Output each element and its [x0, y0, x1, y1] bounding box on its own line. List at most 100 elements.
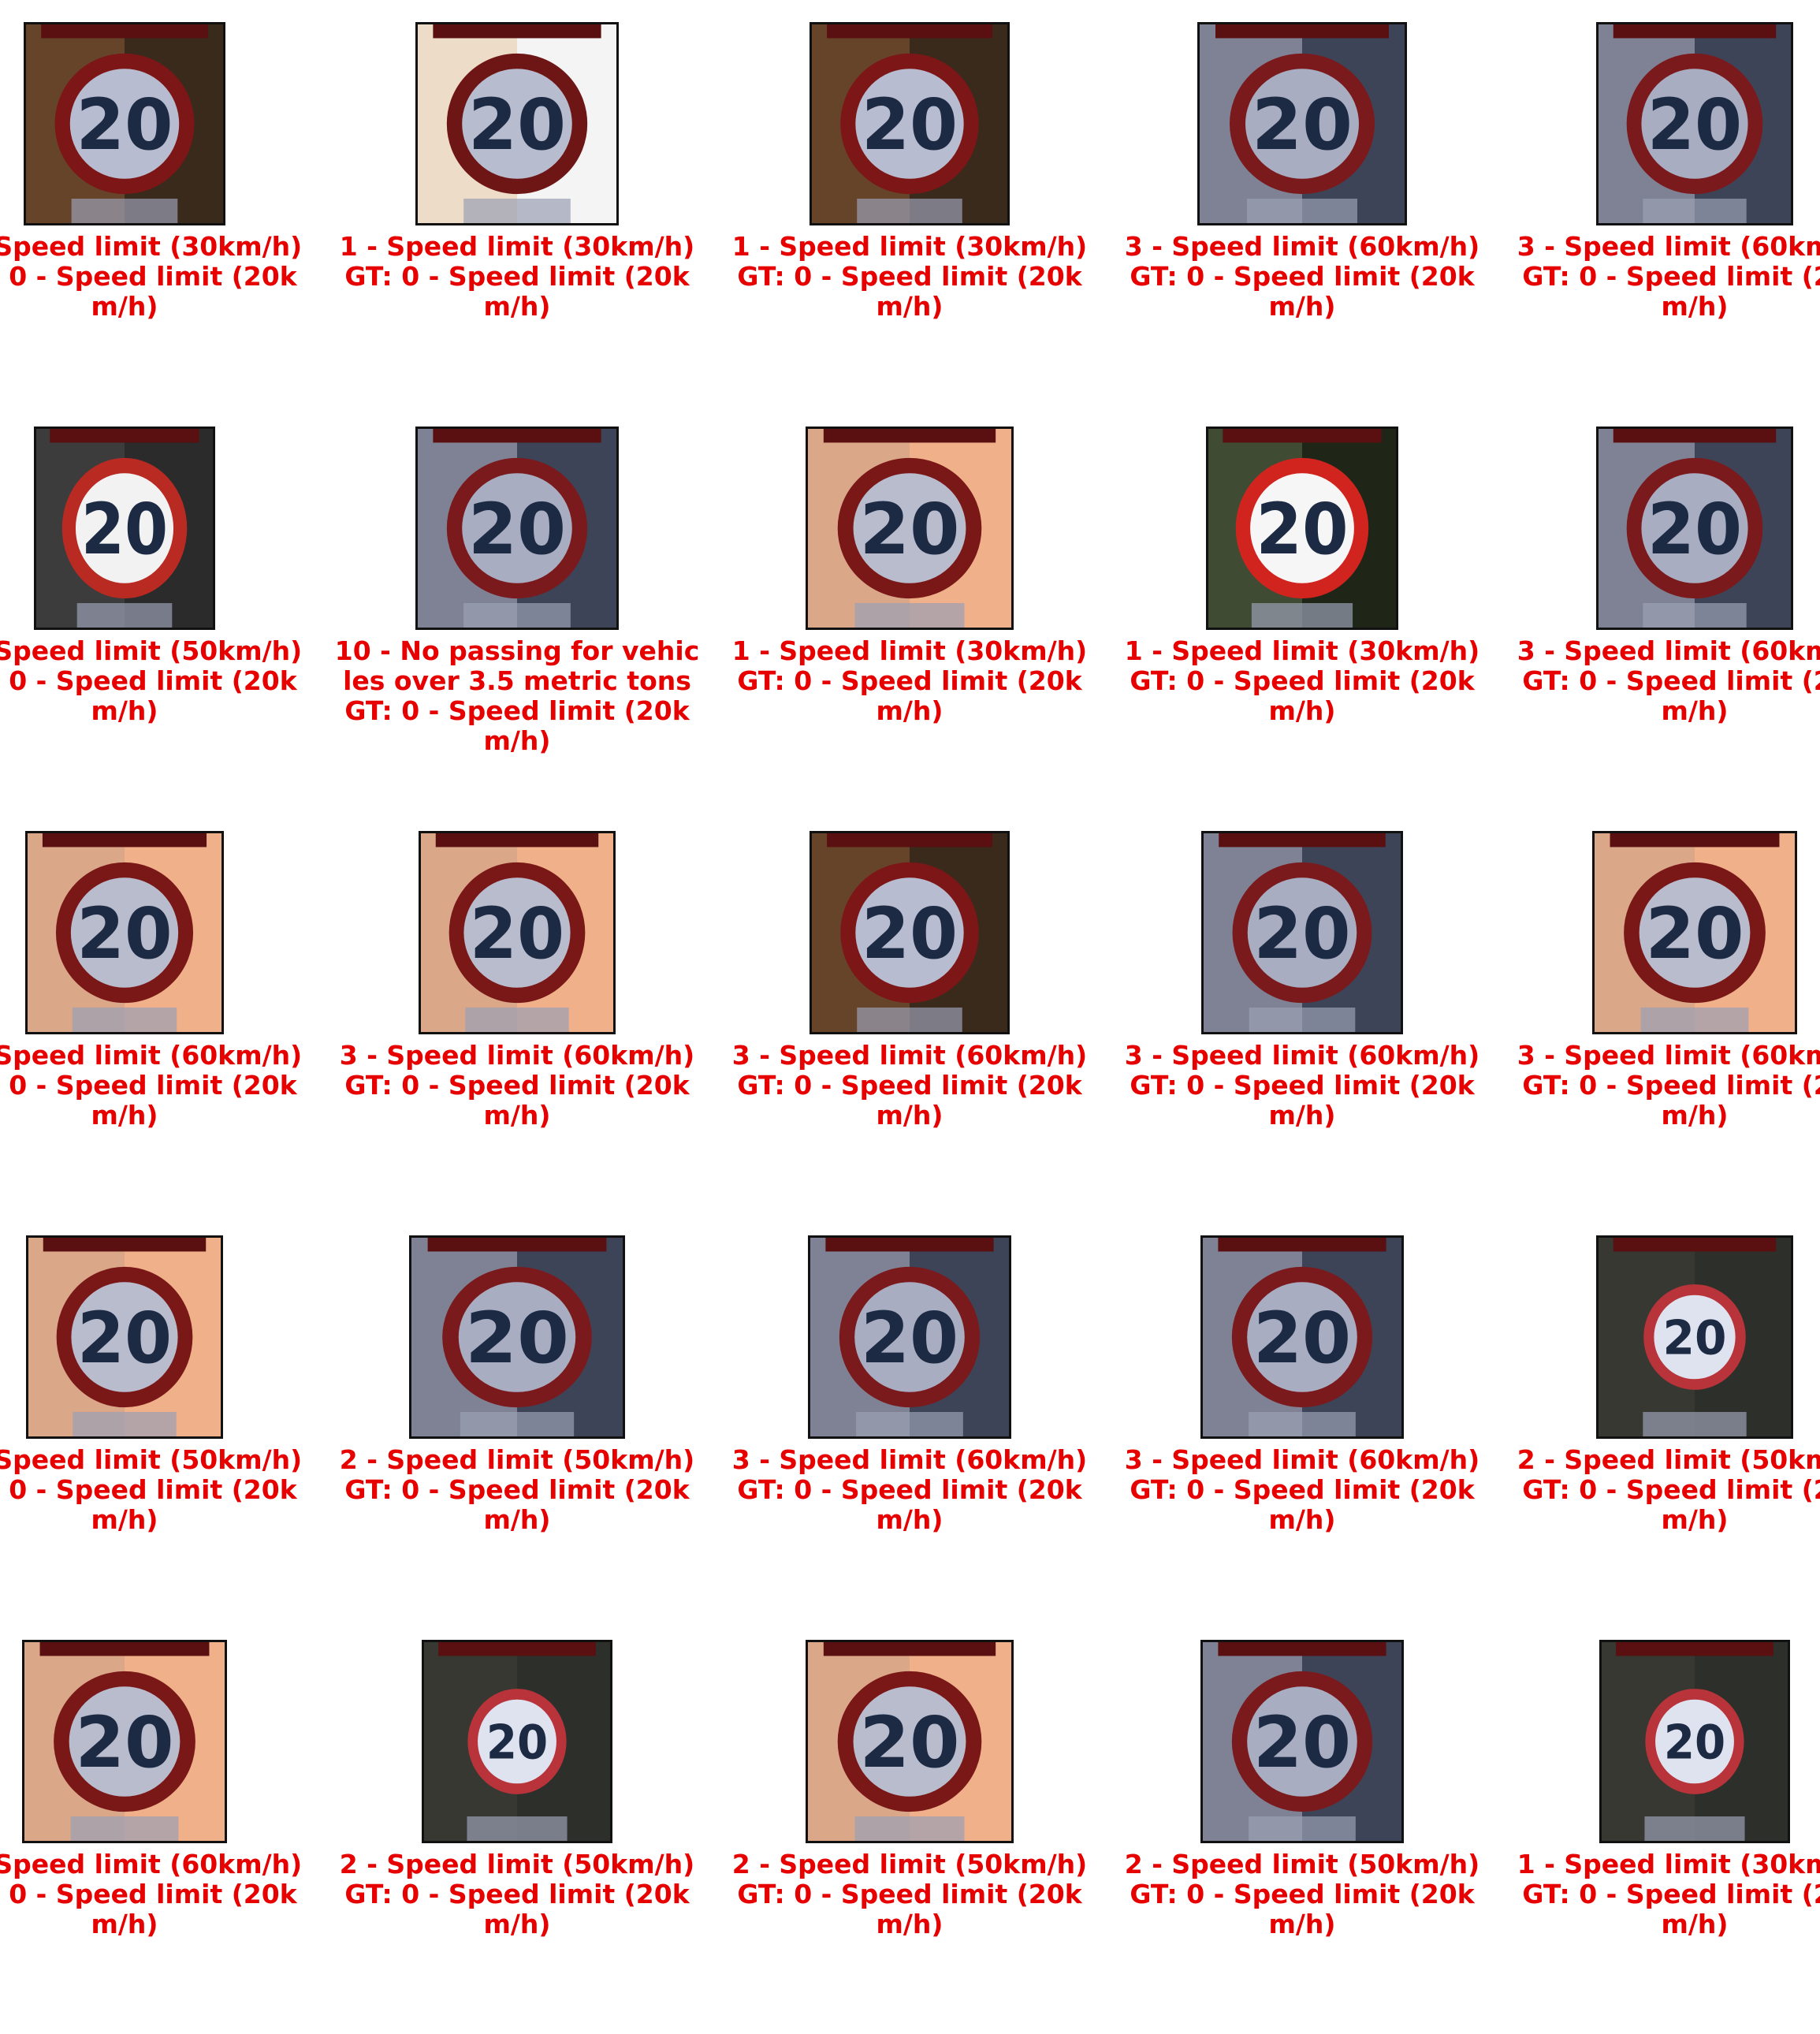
ground-truth-label-continued: m/h) [91, 1100, 158, 1131]
sign-thumbnail: 20 [808, 1235, 1011, 1439]
prediction-label: 1 - Speed limit (30km/h) [339, 231, 695, 262]
grid-cell: 20 1 - Speed limit (30km/h)GT: 0 - Speed… [1105, 427, 1499, 821]
sign-thumbnail: 20 [1599, 1640, 1790, 1843]
ground-truth-label-continued: m/h) [1268, 1909, 1336, 1939]
ground-truth-label-continued: m/h) [91, 1504, 158, 1535]
grid-cell: 20 2 - Speed limit (50km/h)GT: 0 - Speed… [1105, 1640, 1499, 2034]
ground-truth-label: GT: 0 - Speed limit (20k [1130, 665, 1475, 696]
sign-thumbnail: 20 [34, 427, 215, 630]
prediction-caption: 2 - Speed limit (50km/h)GT: 0 - Speed li… [0, 1445, 322, 1535]
ground-truth-label-continued: m/h) [483, 1100, 551, 1131]
svg-text:20: 20 [1647, 84, 1742, 166]
grid-cell: 20 2 - Speed limit (50km/h)GT: 0 - Speed… [320, 1235, 714, 1630]
grid-cell: 20 3 - Speed limit (60km/h)GT: 0 - Speed… [713, 831, 1107, 1225]
sign-thumbnail: 20 [806, 427, 1014, 630]
ground-truth-label-continued: m/h) [1268, 1504, 1336, 1535]
prediction-label: 1 - Speed limit (30km/h) [1517, 1849, 1820, 1879]
ground-truth-label: GT: 0 - Speed limit (20k [0, 261, 297, 292]
ground-truth-label-continued: m/h) [876, 1909, 943, 1939]
grid-cell: 20 3 - Speed limit (60km/h)GT: 0 - Speed… [1498, 22, 1820, 416]
svg-text:20: 20 [77, 1298, 172, 1380]
svg-text:20: 20 [862, 892, 958, 974]
grid-cell: 20 2 - Speed limit (50km/h)GT: 0 - Speed… [0, 427, 322, 821]
ground-truth-label-continued: m/h) [91, 695, 158, 726]
prediction-caption: 3 - Speed limit (60km/h)GT: 0 - Speed li… [320, 1041, 714, 1131]
sign-thumbnail: 20 [1596, 1235, 1793, 1439]
svg-text:20: 20 [470, 893, 564, 975]
prediction-caption: 1 - Speed limit (30km/h)GT: 0 - Speed li… [320, 232, 714, 322]
prediction-caption: 2 - Speed limit (50km/h)GT: 0 - Speed li… [1498, 1445, 1820, 1535]
ground-truth-label: GT: 0 - Speed limit (20k [0, 665, 297, 696]
svg-text:20: 20 [76, 84, 173, 166]
prediction-caption: 1 - Speed limit (30km/h)GT: 0 - Speed li… [713, 232, 1107, 322]
ground-truth-label-continued: m/h) [1661, 695, 1729, 726]
ground-truth-label-continued: m/h) [876, 695, 943, 726]
ground-truth-label-continued: m/h) [1268, 695, 1336, 726]
grid-cell: 20 2 - Speed limit (50km/h)GT: 0 - Speed… [0, 1235, 322, 1630]
sign-thumbnail: 20 [26, 1235, 223, 1439]
prediction-caption: 3 - Speed limit (60km/h)GT: 0 - Speed li… [1105, 1041, 1499, 1131]
prediction-label: 2 - Speed limit (50km/h) [339, 1849, 695, 1879]
prediction-caption: 2 - Speed limit (50km/h)GT: 0 - Speed li… [320, 1445, 714, 1535]
prediction-caption: 1 - Speed limit (30km/h)GT: 0 - Speed li… [1498, 1850, 1820, 1939]
svg-text:20: 20 [1253, 1702, 1351, 1784]
ground-truth-label: GT: 0 - Speed limit (20k [1522, 665, 1820, 696]
svg-text:20: 20 [468, 84, 566, 166]
sign-thumbnail: 20 [806, 1640, 1014, 1843]
ground-truth-label-continued: m/h) [1268, 291, 1336, 322]
sign-thumbnail: 20 [1596, 427, 1793, 630]
grid-cell: 20 3 - Speed limit (60km/h)GT: 0 - Speed… [0, 831, 322, 1225]
svg-text:20: 20 [81, 489, 168, 571]
grid-cell: 20 3 - Speed limit (60km/h)GT: 0 - Speed… [0, 1640, 322, 2034]
ground-truth-label: GT: 0 - Speed limit (20k [737, 261, 1082, 292]
grid-cell: 20 3 - Speed limit (60km/h)GT: 0 - Speed… [1105, 831, 1499, 1225]
prediction-label: 1 - Speed limit (30km/h) [0, 231, 303, 262]
svg-text:20: 20 [862, 84, 958, 166]
sign-thumbnail: 20 [419, 831, 616, 1034]
grid-cell: 20 3 - Speed limit (60km/h)GT: 0 - Speed… [1498, 831, 1820, 1225]
ground-truth-label: GT: 0 - Speed limit (20k [1130, 261, 1475, 292]
svg-text:20: 20 [861, 1298, 958, 1380]
sign-thumbnail: 20 [1592, 831, 1797, 1034]
prediction-caption: 3 - Speed limit (60km/h)GT: 0 - Speed li… [713, 1041, 1107, 1131]
sign-thumbnail: 20 [1200, 1640, 1404, 1843]
prediction-caption: 2 - Speed limit (50km/h)GT: 0 - Speed li… [320, 1850, 714, 1939]
ground-truth-label: GT: 0 - Speed limit (20k [1522, 1474, 1820, 1505]
ground-truth-label-continued: m/h) [1661, 291, 1729, 322]
prediction-caption: 1 - Speed limit (30km/h)GT: 0 - Speed li… [713, 636, 1107, 726]
sign-thumbnail: 20 [415, 22, 619, 225]
ground-truth-label: GT: 0 - Speed limit (20k [737, 1070, 1082, 1101]
svg-text:20: 20 [1663, 1310, 1727, 1365]
sign-thumbnail: 20 [1201, 831, 1403, 1034]
ground-truth-label-continued: m/h) [91, 291, 158, 322]
grid-cell: 20 3 - Speed limit (60km/h)GT: 0 - Speed… [320, 831, 714, 1225]
ground-truth-label-continued: m/h) [876, 291, 943, 322]
grid-cell: 20 3 - Speed limit (60km/h)GT: 0 - Speed… [713, 1235, 1107, 1630]
prediction-label: 3 - Speed limit (60km/h) [731, 1040, 1088, 1071]
svg-text:20: 20 [76, 892, 172, 974]
prediction-caption: 3 - Speed limit (60km/h)GT: 0 - Speed li… [1498, 1041, 1820, 1131]
svg-text:20: 20 [859, 489, 959, 571]
prediction-label: 2 - Speed limit (50km/h) [1124, 1849, 1480, 1879]
ground-truth-label: GT: 0 - Speed limit (20k [0, 1474, 297, 1505]
ground-truth-label: GT: 0 - Speed limit (20k [344, 1474, 690, 1505]
sign-thumbnail: 20 [1596, 22, 1793, 225]
prediction-label: 10 - No passing for vehic [334, 635, 700, 666]
sign-thumbnail: 20 [1206, 427, 1398, 630]
prediction-label: 2 - Speed limit (50km/h) [0, 1444, 303, 1475]
svg-text:20: 20 [859, 1702, 959, 1784]
grid-cell: 20 1 - Speed limit (30km/h)GT: 0 - Speed… [713, 427, 1107, 821]
ground-truth-label-continued: m/h) [91, 1909, 158, 1939]
sign-thumbnail: 20 [415, 427, 619, 630]
prediction-caption: 2 - Speed limit (50km/h)GT: 0 - Speed li… [713, 1850, 1107, 1939]
svg-text:20: 20 [1647, 489, 1742, 571]
sign-thumbnail: 20 [1200, 1235, 1404, 1439]
ground-truth-label: GT: 0 - Speed limit (20k [1522, 261, 1820, 292]
prediction-label: 2 - Speed limit (50km/h) [731, 1849, 1088, 1879]
ground-truth-label-continued: m/h) [1268, 1100, 1336, 1131]
prediction-label: 3 - Speed limit (60km/h) [0, 1040, 303, 1071]
grid-cell: 20 1 - Speed limit (30km/h)GT: 0 - Speed… [320, 22, 714, 416]
ground-truth-label: GT: 0 - Speed limit (20k [1130, 1879, 1475, 1909]
prediction-label: 2 - Speed limit (50km/h) [1517, 1444, 1820, 1475]
svg-text:20: 20 [1253, 893, 1350, 974]
